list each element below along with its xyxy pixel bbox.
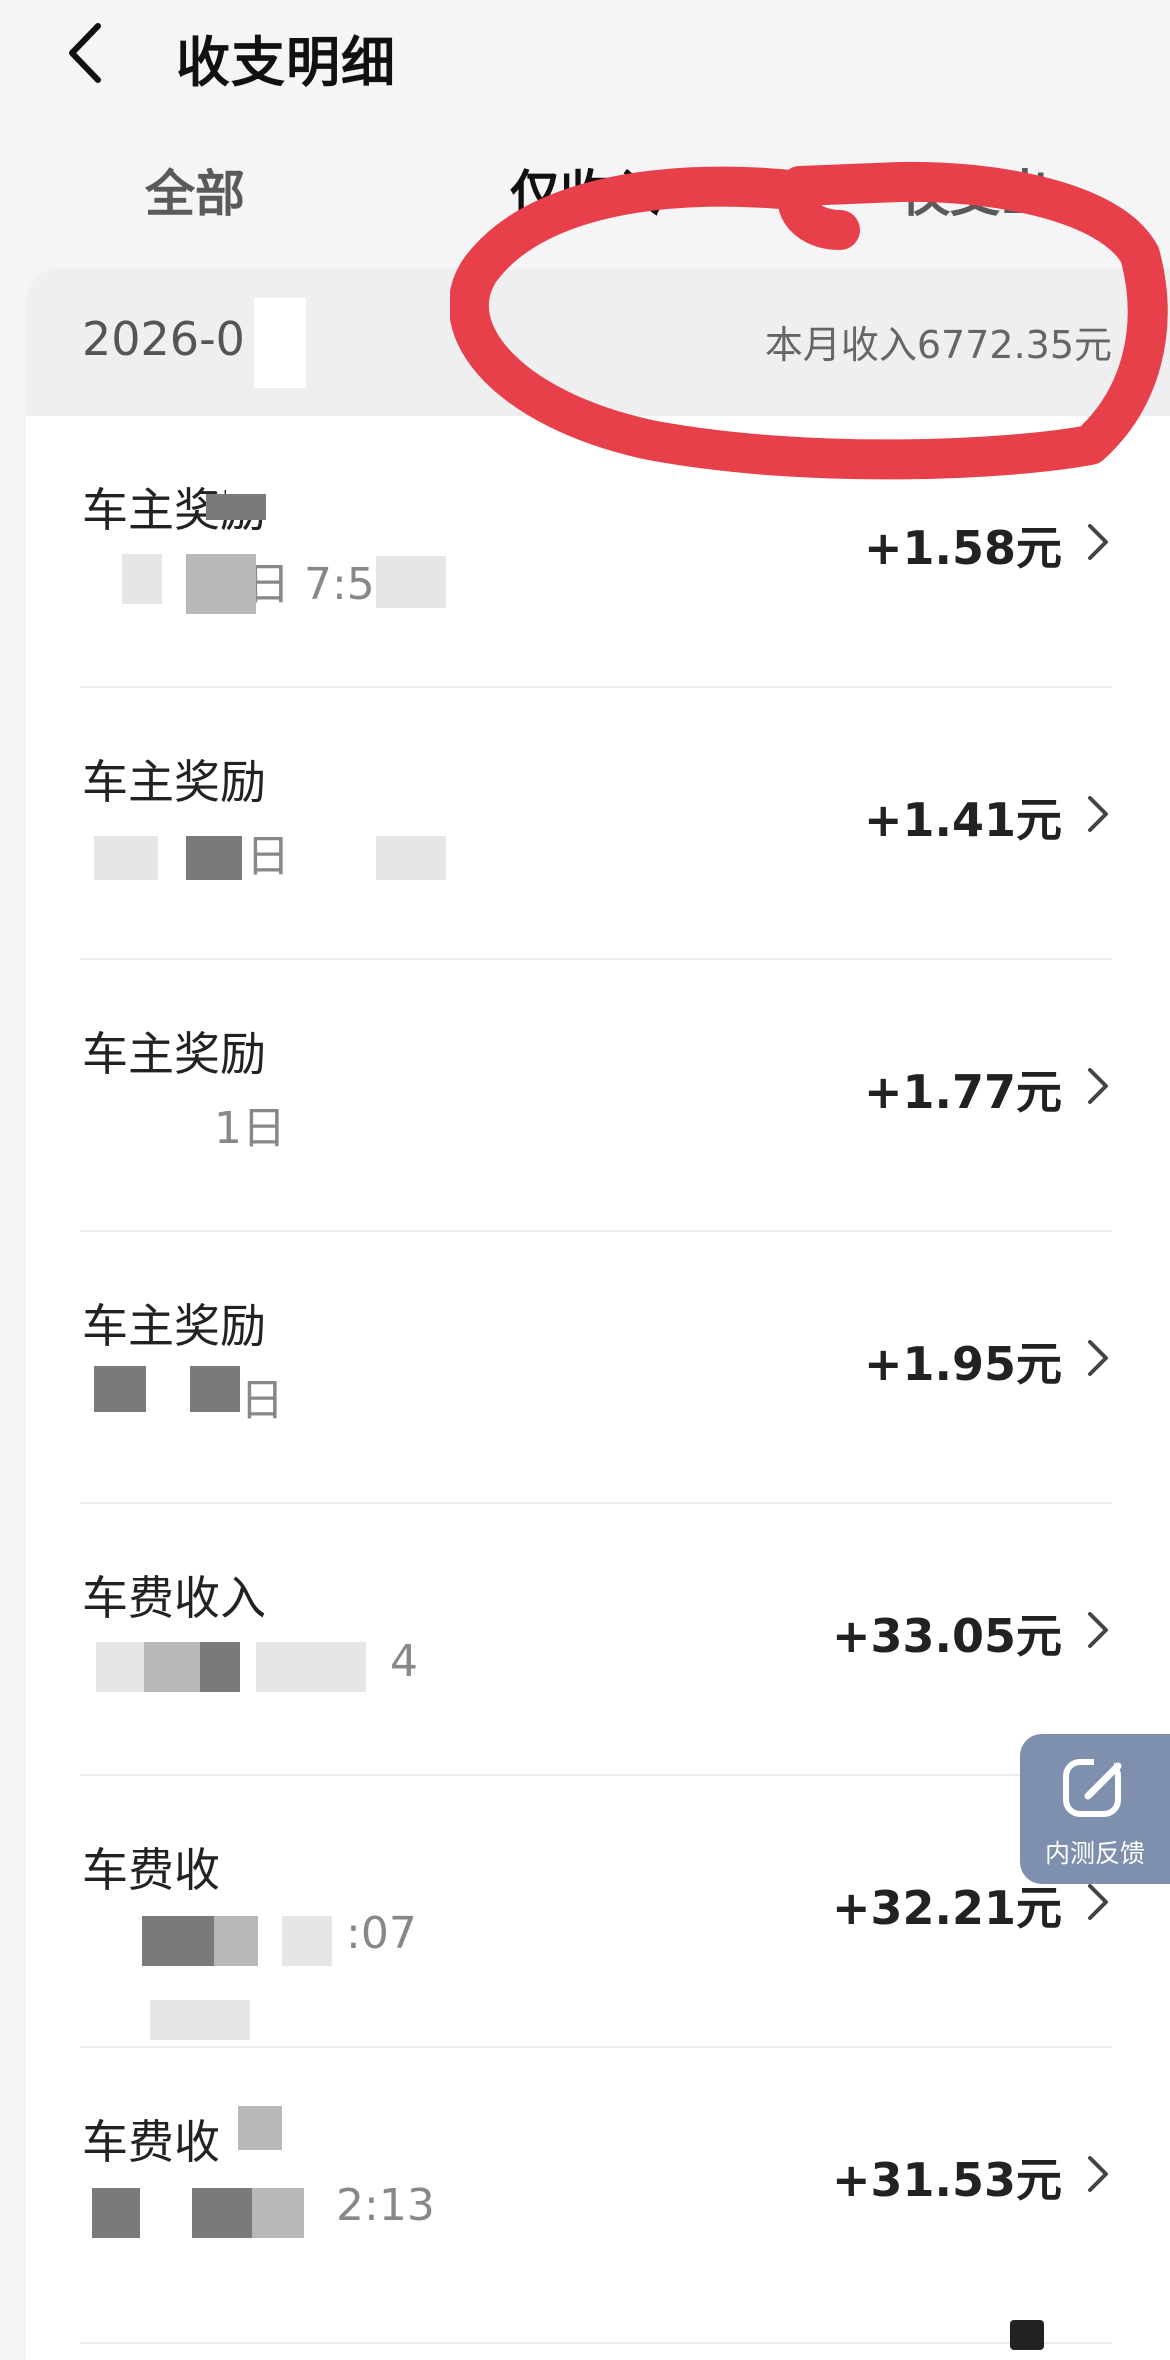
item-time: 日 [240,1375,284,1426]
privacy-mask [186,836,242,880]
privacy-mask [150,2000,250,2040]
item-time: 日 [246,831,290,882]
item-amount: +33.05元 [831,1609,1062,1663]
item-title: 车费收 [82,2115,220,2169]
privacy-mask [226,456,316,496]
tab-income-only[interactable]: 仅收入 [510,154,660,226]
privacy-mask [206,494,266,520]
privacy-mask [144,1642,200,1692]
chevron-right-icon [1082,2152,1112,2196]
privacy-mask [192,2188,252,2238]
list-item[interactable]: 车主奖励 日 7:5 +1.58元 [26,416,1170,688]
feedback-button[interactable]: 内测反馈 [1020,1734,1170,1884]
header: 收支明细 [0,0,1170,110]
item-amount: +1.58元 [863,521,1062,575]
item-time: 1日 [214,1103,286,1154]
chevron-left-icon [69,23,101,83]
chevron-right-icon [1082,1880,1112,1924]
list-item[interactable]: 车主奖励 1日 +1.77元 [26,960,1170,1232]
privacy-mask [376,556,446,608]
privacy-mask [96,1642,146,1692]
month-summary-bar[interactable]: 2026-0 本月收入6772.35元 [26,268,1170,416]
privacy-mask [256,1642,366,1692]
item-title: 车主奖励 [82,755,266,809]
back-button[interactable] [58,18,118,88]
edit-icon [1058,1752,1132,1826]
item-title: 车费收入 [82,1571,266,1625]
privacy-mask [142,1916,214,1966]
privacy-mask [200,1642,240,1692]
privacy-mask [94,1366,146,1412]
page: 收支明细 全部 仅收入 仅支出 2026-0 本月收入6772.35元 车主奖励… [0,0,1170,2360]
divider [80,2342,1112,2344]
list-item[interactable]: 车费收 2:13 +31.53元 [26,2048,1170,2344]
item-title: 车主奖励 [82,1299,266,1353]
chevron-right-icon [1082,792,1112,836]
list-item[interactable]: 车费收 :07 +32.21元 [26,1776,1170,2048]
list-item[interactable]: 车主奖励 日 +1.41元 [26,688,1170,960]
privacy-mask [282,1916,332,1966]
filter-tabs: 全部 仅收入 仅支出 [0,140,1170,240]
privacy-mask [190,1366,240,1412]
item-title: 车主奖励 [82,1027,266,1081]
item-time: 4 [390,1636,418,1687]
transaction-list: 2026-0 本月收入6772.35元 车主奖励 日 7:5 +1.58元 车主… [26,268,1170,2360]
item-amount: +1.77元 [863,1065,1062,1119]
privacy-mask [122,554,162,604]
item-amount: +32.21元 [831,1881,1062,1935]
list-item[interactable]: 车费收入 4 +33.05元 [26,1504,1170,1776]
privacy-mask [94,836,158,880]
item-title: 车费收 [82,1843,220,1897]
list-item[interactable]: 车主奖励 日 +1.95元 [26,1232,1170,1504]
chevron-right-icon [1082,1064,1112,1108]
privacy-mask [254,298,306,388]
item-amount: +31.53元 [831,2153,1062,2207]
page-title: 收支明细 [176,31,396,94]
privacy-mask [214,1916,258,1966]
chevron-right-icon [1082,520,1112,564]
item-time: :07 [346,1908,417,1959]
monthly-income: 本月收入6772.35元 [764,323,1112,367]
item-amount: +1.95元 [863,1337,1062,1391]
item-time: 日 7:5 [246,559,375,610]
feedback-label: 内测反馈 [1044,1839,1145,1868]
privacy-mask [376,836,446,880]
tab-all[interactable]: 全部 [145,154,245,226]
chevron-right-icon [1082,1336,1112,1380]
chevron-right-icon [1082,1608,1112,1652]
privacy-mask [92,2188,140,2238]
privacy-mask [186,554,256,614]
tab-expense-only[interactable]: 仅支出 [900,154,1050,226]
home-indicator [1010,2320,1044,2350]
item-amount: +1.41元 [863,793,1062,847]
privacy-mask [238,2106,282,2150]
privacy-mask [252,2188,304,2238]
item-time: 2:13 [336,2180,435,2231]
month-label: 2026-0 [82,312,245,366]
